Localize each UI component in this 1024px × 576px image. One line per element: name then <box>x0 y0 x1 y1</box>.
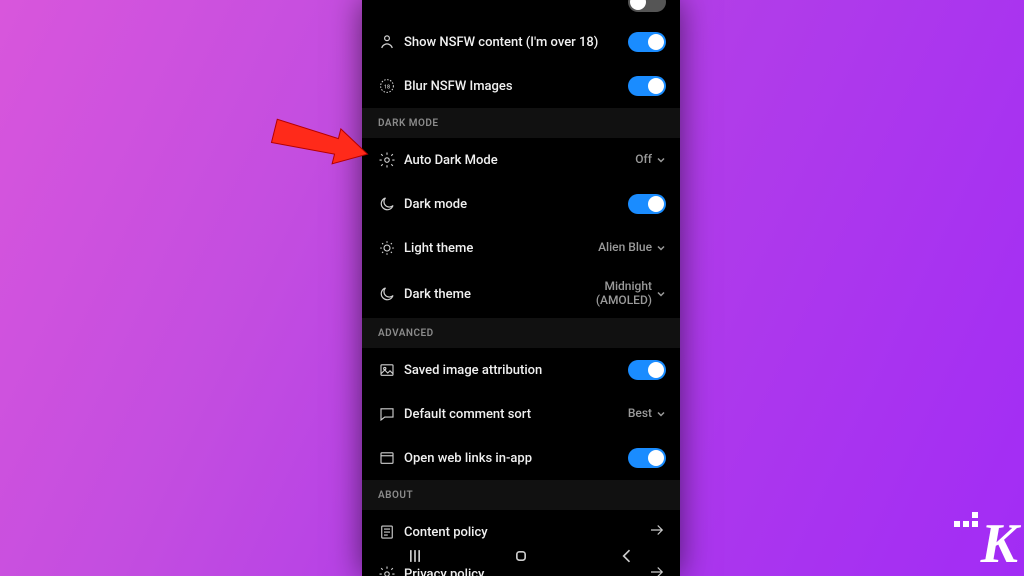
row-label: Dark mode <box>404 197 628 212</box>
row-dark-mode[interactable]: Dark mode <box>362 182 680 226</box>
toggle[interactable] <box>628 194 666 214</box>
annotation-arrow-icon <box>259 104 379 174</box>
row-blur-nsfw[interactable]: 18 Blur NSFW Images <box>362 64 680 108</box>
svg-text:18: 18 <box>384 84 390 90</box>
row-value: Midnight (AMOLED) <box>596 280 652 308</box>
k-logo: K <box>981 516 1018 572</box>
toggle[interactable] <box>628 0 666 12</box>
row-label: Show NSFW content (I'm over 18) <box>404 35 628 50</box>
sun-icon <box>378 239 404 257</box>
moon-icon <box>378 195 404 213</box>
chevron-down-icon <box>656 155 666 165</box>
toggle[interactable] <box>628 32 666 52</box>
phone-screen: Show NSFW content (I'm over 18) 18 Blur … <box>362 0 680 576</box>
nav-recents-icon[interactable] <box>405 546 425 570</box>
android-navbar <box>362 544 680 572</box>
section-header-advanced: ADVANCED <box>362 318 680 348</box>
row-open-web-links[interactable]: Open web links in-app <box>362 436 680 480</box>
row-label: Open web links in-app <box>404 451 628 466</box>
row-show-nsfw[interactable]: Show NSFW content (I'm over 18) <box>362 20 680 64</box>
arrow-right-icon <box>648 521 666 543</box>
person-icon <box>378 33 404 51</box>
row-label: Dark theme <box>404 287 596 302</box>
row-label: Light theme <box>404 241 598 256</box>
row-value: Alien Blue <box>598 241 652 255</box>
section-header-about: ABOUT <box>362 480 680 510</box>
chevron-down-icon <box>656 409 666 419</box>
section-header-dark-mode: DARK MODE <box>362 108 680 138</box>
row-label: Content policy <box>404 525 648 540</box>
row-light-theme[interactable]: Light theme Alien Blue <box>362 226 680 270</box>
toggle[interactable] <box>628 76 666 96</box>
nav-back-icon[interactable] <box>617 546 637 570</box>
row-label: Default comment sort <box>404 407 628 422</box>
chevron-down-icon <box>656 243 666 253</box>
background: Show NSFW content (I'm over 18) 18 Blur … <box>0 0 1024 576</box>
logo-dots-icon <box>954 512 978 527</box>
row-partial-top[interactable] <box>362 0 680 20</box>
row-label: Blur NSFW Images <box>404 79 628 94</box>
row-default-comment-sort[interactable]: Default comment sort Best <box>362 392 680 436</box>
document-icon <box>378 523 404 541</box>
row-value: Best <box>628 407 652 421</box>
row-saved-image-attribution[interactable]: Saved image attribution <box>362 348 680 392</box>
chevron-down-icon <box>656 289 666 299</box>
gear-icon <box>378 151 404 169</box>
image-icon <box>378 361 404 379</box>
nav-home-icon[interactable] <box>511 546 531 570</box>
row-label: Auto Dark Mode <box>404 153 635 168</box>
moon-icon <box>378 285 404 303</box>
toggle[interactable] <box>628 448 666 468</box>
comment-icon <box>378 405 404 423</box>
eighteen-icon: 18 <box>378 77 404 95</box>
browser-icon <box>378 449 404 467</box>
row-label: Saved image attribution <box>404 363 628 378</box>
row-auto-dark-mode[interactable]: Auto Dark Mode Off <box>362 138 680 182</box>
toggle[interactable] <box>628 360 666 380</box>
row-dark-theme[interactable]: Dark theme Midnight (AMOLED) <box>362 270 680 318</box>
row-value: Off <box>635 153 652 167</box>
